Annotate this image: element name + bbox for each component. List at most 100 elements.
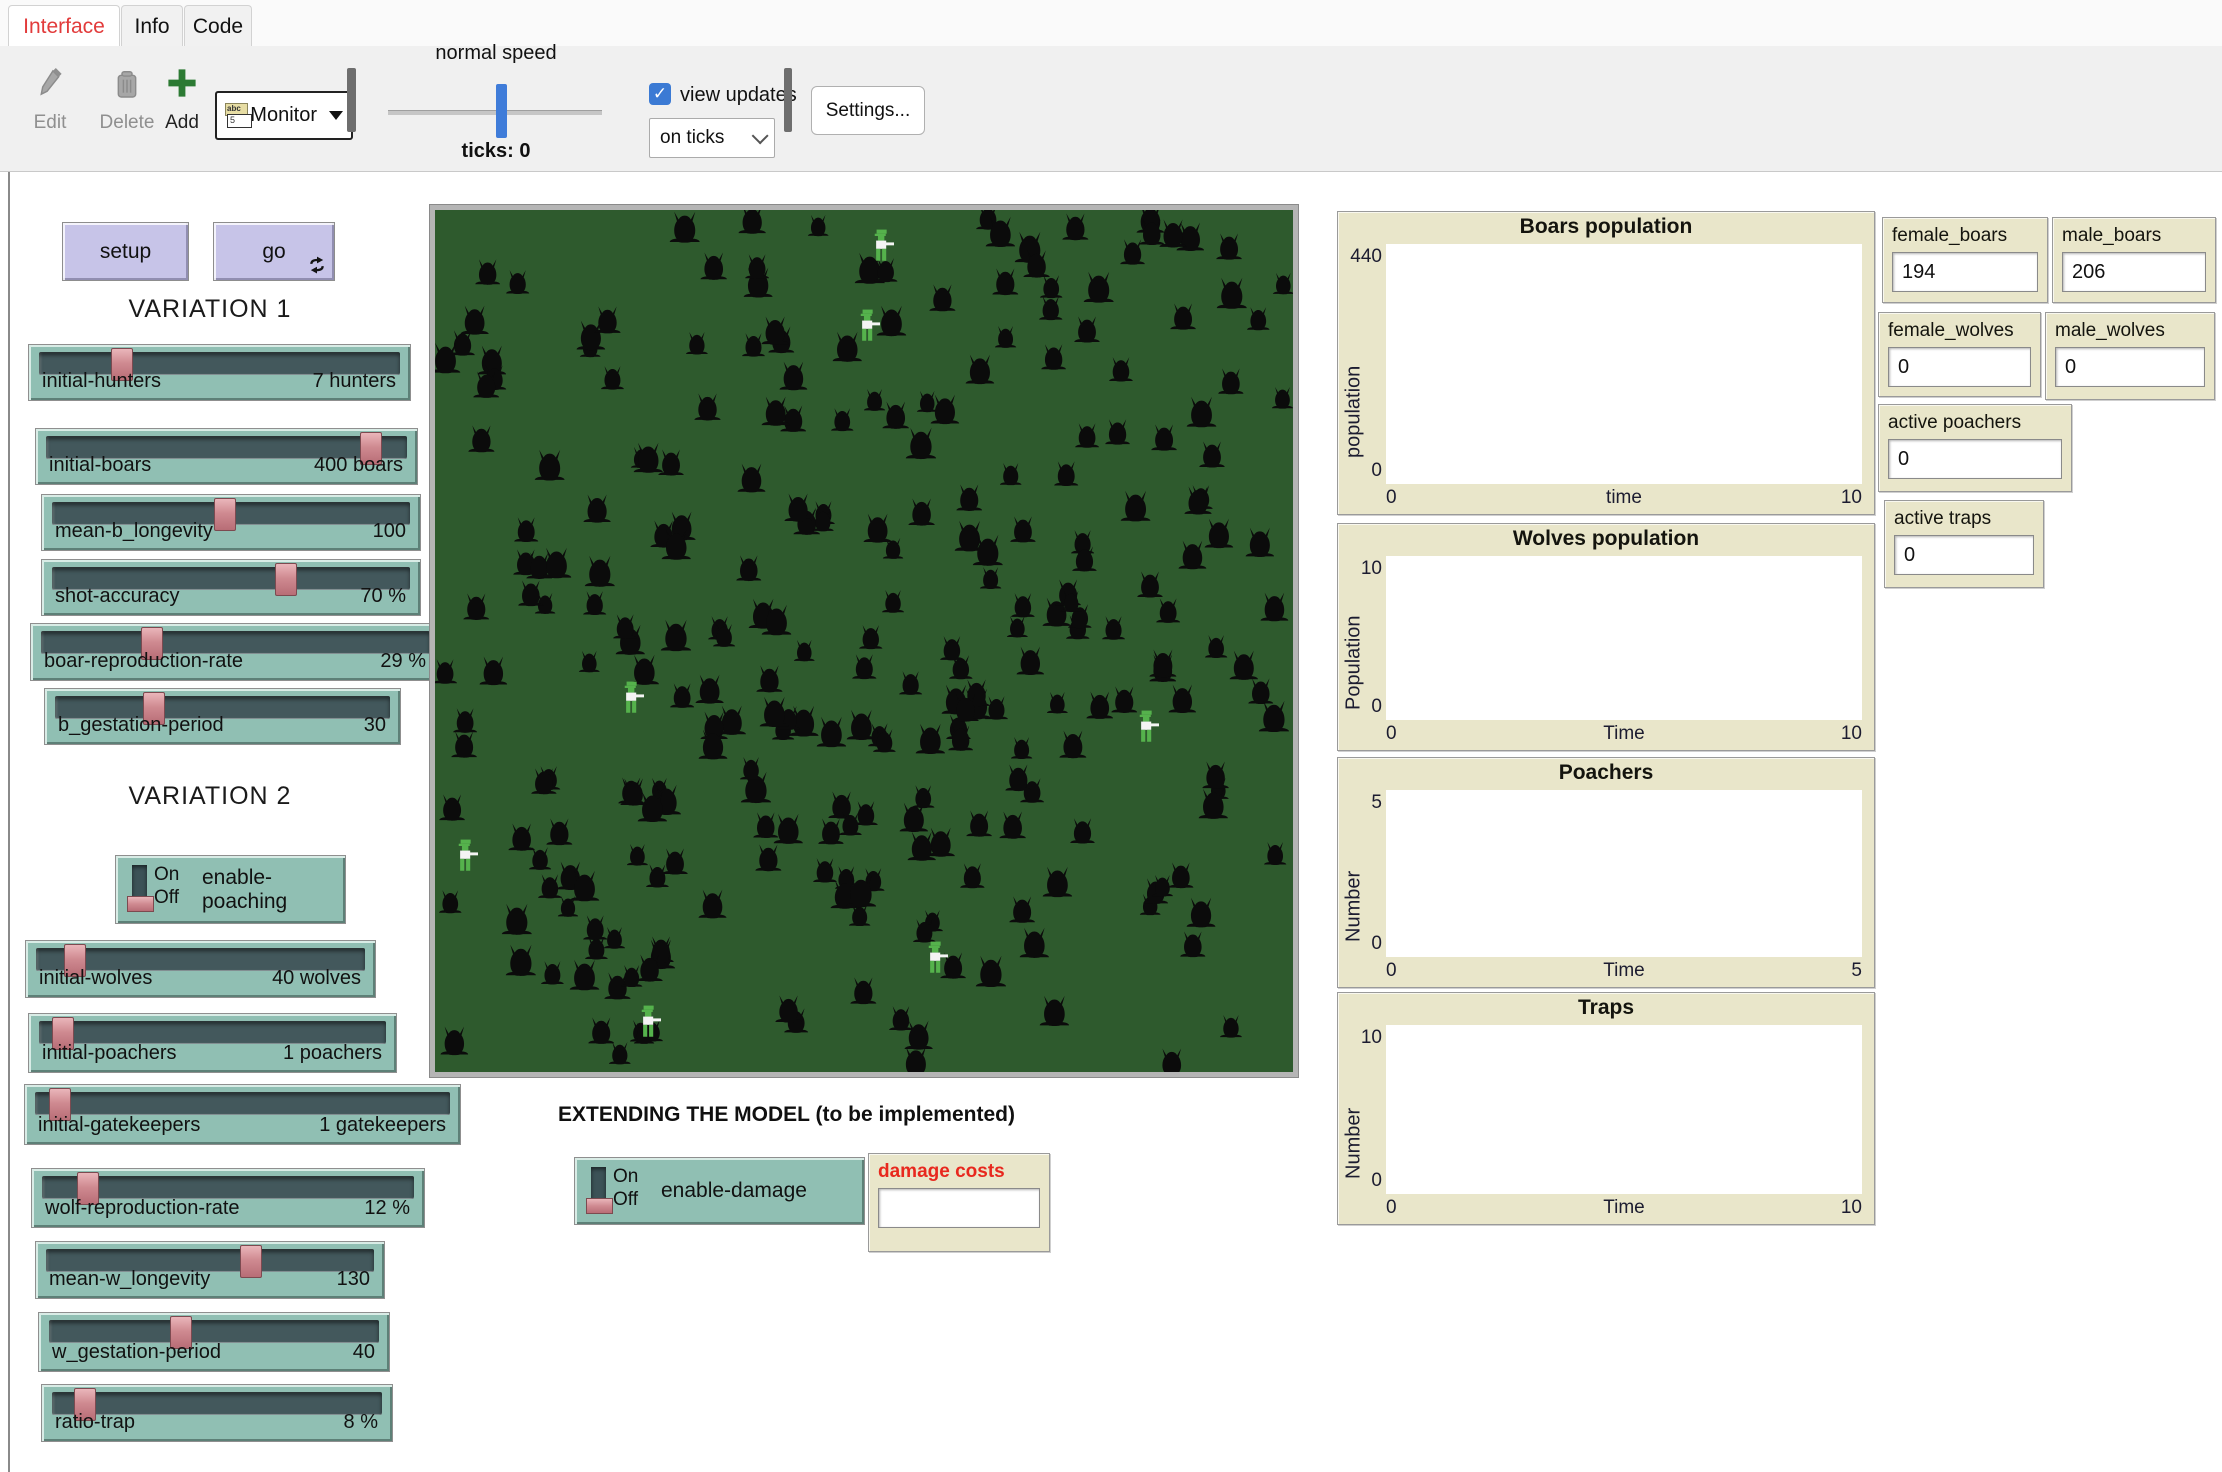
plot-area — [1386, 1025, 1862, 1194]
monitor-label: male_wolves — [2055, 320, 2205, 342]
boar-agent — [1052, 459, 1080, 487]
boar-agent — [997, 809, 1028, 840]
tab-code[interactable]: Code — [184, 5, 252, 47]
plot-ylabel: population — [1342, 272, 1366, 458]
boar-agent — [806, 213, 830, 237]
slider-value: 30 — [364, 714, 386, 737]
boar-agent — [946, 723, 975, 752]
slider-track[interactable] — [42, 1176, 414, 1199]
slider-track[interactable] — [39, 1021, 386, 1044]
boar-agent — [466, 423, 497, 454]
boar-agent — [1227, 648, 1261, 682]
speed-slider-handle[interactable] — [496, 84, 507, 138]
go-button[interactable]: go — [213, 222, 335, 281]
slider-handle[interactable] — [240, 1245, 262, 1278]
slider-track[interactable] — [35, 1092, 450, 1115]
update-mode-value: on ticks — [660, 127, 724, 149]
slider-initial-poachers[interactable]: initial-poachers 1 poachers — [28, 1013, 397, 1073]
boar-agent — [644, 862, 671, 889]
boar-agent — [1135, 569, 1165, 599]
monitor-active-traps: active traps 0 — [1884, 500, 2044, 588]
setup-button[interactable]: setup — [62, 222, 189, 281]
switch-enable-poaching[interactable]: On Off enable-poaching — [115, 855, 346, 924]
trash-icon — [114, 68, 140, 106]
slider-label: w_gestation-period — [52, 1341, 221, 1364]
boar-agent — [993, 324, 1018, 349]
boar-agent — [1038, 273, 1064, 299]
slider-shot-accuracy[interactable]: shot-accuracy 70 % — [41, 559, 421, 616]
boar-agent — [811, 856, 839, 884]
plot-x-axis: 0 time 10 — [1386, 487, 1862, 511]
slider-initial-hunters[interactable]: initial-hunters 7 hunters — [28, 344, 411, 401]
slider-initial-gatekeepers[interactable]: initial-gatekeepers 1 gatekeepers — [24, 1084, 461, 1145]
tab-interface[interactable]: Interface — [8, 5, 120, 47]
boar-agent — [611, 612, 639, 640]
slider-handle[interactable] — [275, 563, 297, 596]
widget-chooser-dropdown[interactable]: abc5 Monitor — [215, 91, 353, 140]
speed-slider-track[interactable] — [388, 110, 602, 115]
settings-button[interactable]: Settings... — [811, 86, 925, 135]
plot-title: Wolves population — [1338, 527, 1874, 551]
monitor-label: male_boars — [2062, 225, 2206, 247]
slider-w-gestation-period[interactable]: w_gestation-period 40 — [38, 1312, 390, 1372]
plot-boars-population: Boars population 440 population 0 0 time… — [1337, 211, 1875, 515]
hunter-agent — [1137, 710, 1159, 746]
go-button-label: go — [262, 240, 285, 264]
slider-boar-reproduction-rate[interactable]: boar-reproduction-rate 29 % — [30, 623, 441, 681]
plus-icon — [165, 66, 199, 106]
boar-agent — [1040, 864, 1075, 899]
edit-tool-label: Edit — [34, 112, 67, 134]
boar-agent — [792, 638, 817, 663]
boar-agent — [631, 440, 666, 475]
boar-agent — [843, 873, 879, 909]
boar-agent — [1060, 211, 1091, 242]
boar-agent — [950, 692, 981, 723]
plot-ylabel: Population — [1342, 584, 1366, 710]
slider-value: 100 — [373, 520, 406, 543]
boar-agent — [911, 917, 938, 944]
plot-xmax-tick: 10 — [1841, 487, 1862, 509]
switch-track[interactable] — [132, 865, 147, 909]
monitor-female-boars: female_boars 194 — [1882, 217, 2048, 303]
slider-value: 29 % — [380, 650, 426, 673]
slider-ratio-trap[interactable]: ratio-trap 8 % — [41, 1384, 393, 1442]
slider-handle[interactable] — [214, 498, 236, 531]
slider-initial-boars[interactable]: initial-boars 400 boars — [35, 428, 418, 485]
slider-mean-w-longevity[interactable]: mean-w_longevity 130 — [35, 1241, 385, 1299]
boar-agent — [1157, 217, 1189, 249]
switch-handle[interactable] — [127, 896, 154, 912]
switch-track[interactable] — [591, 1167, 606, 1211]
edit-tool-button[interactable]: Edit — [18, 68, 82, 134]
interface-left-border — [8, 172, 10, 1472]
boar-agent — [1003, 762, 1034, 793]
extending-model-note: EXTENDING THE MODEL (to be implemented) — [558, 1103, 1015, 1127]
boar-agent — [477, 654, 510, 687]
monitor-value: 194 — [1892, 252, 2038, 292]
switch-handle[interactable] — [586, 1198, 613, 1214]
world-view[interactable] — [430, 205, 1298, 1077]
boar-agent — [1176, 538, 1209, 571]
hunter-agent — [456, 839, 478, 875]
boar-agent — [1118, 488, 1153, 523]
slider-initial-wolves[interactable]: initial-wolves 40 wolves — [25, 940, 376, 998]
boar-agent — [738, 755, 764, 781]
add-tool-button[interactable]: Add — [150, 66, 214, 134]
plot-xmax-tick: 10 — [1841, 1197, 1862, 1219]
boar-agent — [696, 727, 730, 761]
plot-xmax-tick: 5 — [1851, 960, 1862, 982]
view-updates-checkbox[interactable]: ✓ — [649, 83, 671, 105]
update-mode-select[interactable]: on ticks — [649, 118, 775, 158]
slider-mean-b-longevity[interactable]: mean-b_longevity 100 — [41, 494, 421, 551]
slider-wolf-reproduction-rate[interactable]: wolf-reproduction-rate 12 % — [31, 1168, 425, 1228]
boar-agent — [527, 845, 553, 871]
boar-agent — [599, 364, 626, 391]
boar-agent — [928, 392, 962, 426]
monitor-label: active traps — [1894, 508, 2034, 530]
boar-agent — [759, 314, 791, 346]
boar-agent — [473, 257, 502, 286]
switch-enable-damage[interactable]: On Off enable-damage — [574, 1157, 865, 1225]
slider-b-gestation-period[interactable]: b_gestation-period 30 — [44, 688, 401, 745]
slider-track[interactable] — [49, 1320, 379, 1343]
plot-wolves-population: Wolves population 10 Population 0 0 Time… — [1337, 523, 1875, 751]
tab-info[interactable]: Info — [121, 5, 183, 47]
